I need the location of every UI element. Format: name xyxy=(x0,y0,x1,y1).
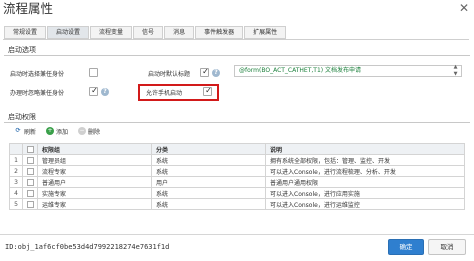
default-title-label: 启动时默认标题 xyxy=(148,71,191,78)
column-header-index xyxy=(9,143,23,155)
footer-divider xyxy=(0,234,474,235)
tab-start-settings[interactable]: 启动设置 xyxy=(47,26,90,39)
mobile-start-label: 允许手机启动 xyxy=(146,90,183,97)
default-title-checkbox[interactable]: ✓ xyxy=(200,67,209,77)
formula-scroll-arrows-icon[interactable]: ▲ ▼ xyxy=(452,64,459,78)
category-cell: 系统 xyxy=(151,187,266,199)
row-checkbox[interactable] xyxy=(26,178,34,186)
row-checkbox[interactable] xyxy=(26,200,34,208)
column-header-select[interactable] xyxy=(22,143,38,155)
dialog-title: 流程属性 xyxy=(3,1,54,16)
dialog-title-bar: 流程属性 ✕ xyxy=(0,0,474,22)
group-cell: 管理员组 xyxy=(37,154,152,166)
table-row[interactable]: 1 管理员组 系统 拥有系统全部权限，包括：管理、监控、开发 xyxy=(9,154,465,166)
refresh-icon: ⟳ xyxy=(15,127,21,134)
row-checkbox[interactable] xyxy=(26,167,34,175)
table-header-row: 权限组 分类 说明 xyxy=(9,143,465,155)
refresh-label: 刷新 xyxy=(24,128,37,136)
column-header-category[interactable]: 分类 xyxy=(151,143,266,155)
add-label: 添加 xyxy=(56,128,69,136)
row-checkbox-cell[interactable] xyxy=(22,198,38,210)
group-cell: 普通用户 xyxy=(37,176,152,188)
description-cell: 可以进入Console，进行应用实施 xyxy=(265,187,465,199)
column-header-description[interactable]: 说明 xyxy=(265,143,465,155)
row-checkbox[interactable] xyxy=(26,189,34,197)
delete-label: 删除 xyxy=(88,128,101,136)
default-title-formula-field[interactable]: @form(BO_ACT_CATHET,T1) 文档发布申请 xyxy=(234,65,462,77)
cancel-button[interactable]: 取消 xyxy=(428,239,466,255)
tab-signals[interactable]: 信号 xyxy=(133,26,164,39)
row-checkbox-cell[interactable] xyxy=(22,154,38,166)
checkmark-icon: ✓ xyxy=(91,86,98,95)
category-cell: 系统 xyxy=(151,198,266,210)
tab-event-triggers[interactable]: 事件触发器 xyxy=(195,26,244,39)
category-cell: 系统 xyxy=(151,165,266,177)
table-row[interactable]: 3 普通用户 用户 普通用户通用权限 xyxy=(9,176,465,188)
table-row[interactable]: 2 流程专家 系统 可以进入Console，进行流程梳理、分析、开发 xyxy=(9,165,465,177)
mobile-start-checkbox[interactable]: ✓ xyxy=(203,86,212,96)
row-number: 4 xyxy=(9,187,23,199)
category-cell: 系统 xyxy=(151,154,266,166)
object-id: ID:obj_1af6cf0be53d4d7992218274e7631f1d xyxy=(5,243,170,251)
start-permissions-header: 启动权限 xyxy=(4,111,470,123)
help-icon[interactable]: ? xyxy=(101,88,109,96)
tab-general[interactable]: 常规设置 xyxy=(4,26,47,39)
permissions-table: 权限组 分类 说明 1 管理员组 系统 拥有系统全部权限，包括：管理、监控、开发… xyxy=(9,143,465,210)
row-number: 5 xyxy=(9,198,23,210)
table-row[interactable]: 5 运维专家 系统 可以进入Console，进行运维监控 xyxy=(9,198,465,210)
tab-extended-properties[interactable]: 扩展属性 xyxy=(244,26,287,39)
row-checkbox-cell[interactable] xyxy=(22,187,38,199)
group-cell: 实施专家 xyxy=(37,187,152,199)
delete-icon: − xyxy=(78,127,87,135)
tab-divider xyxy=(3,39,469,40)
add-button[interactable]: + 添加 xyxy=(46,127,68,136)
tab-messages[interactable]: 消息 xyxy=(164,26,195,39)
description-cell: 普通用户通用权限 xyxy=(265,176,465,188)
row-number: 3 xyxy=(9,176,23,188)
close-icon[interactable]: ✕ xyxy=(459,1,469,15)
start-options-header: 启动选项 xyxy=(4,44,470,56)
add-icon: + xyxy=(46,127,55,135)
row-checkbox-cell[interactable] xyxy=(22,176,38,188)
checkmark-icon: ✓ xyxy=(202,67,209,76)
category-cell: 用户 xyxy=(151,176,266,188)
refresh-button[interactable]: ⟳ 刷新 xyxy=(14,127,36,136)
help-icon[interactable]: ? xyxy=(212,69,220,77)
group-cell: 流程专家 xyxy=(37,165,152,177)
tab-process-variables[interactable]: 流程变量 xyxy=(90,26,133,39)
permissions-toolbar: ⟳ 刷新 + 添加 − 删除 xyxy=(14,126,110,136)
row-checkbox[interactable] xyxy=(26,156,34,164)
auto-identity-label: 办理时忽略兼任身份 xyxy=(10,90,65,97)
select-identity-checkbox[interactable] xyxy=(89,68,98,77)
group-cell: 运维专家 xyxy=(37,198,152,210)
description-cell: 可以进入Console，进行流程梳理、分析、开发 xyxy=(265,165,465,177)
row-number: 1 xyxy=(9,154,23,166)
column-header-group[interactable]: 权限组 xyxy=(37,143,152,155)
tab-bar: 常规设置 启动设置 流程变量 信号 消息 事件触发器 扩展属性 xyxy=(4,26,287,39)
table-row[interactable]: 4 实施专家 系统 可以进入Console，进行应用实施 xyxy=(9,187,465,199)
select-identity-label: 启动时选择兼任身份 xyxy=(10,71,65,78)
auto-identity-checkbox[interactable]: ✓ xyxy=(89,86,98,96)
row-number: 2 xyxy=(9,165,23,177)
select-all-checkbox[interactable] xyxy=(27,145,34,153)
checkmark-icon: ✓ xyxy=(205,86,212,95)
description-cell: 可以进入Console，进行运维监控 xyxy=(265,198,465,210)
ok-button[interactable]: 确定 xyxy=(388,239,424,255)
delete-button[interactable]: − 删除 xyxy=(78,127,100,136)
row-checkbox-cell[interactable] xyxy=(22,165,38,177)
description-cell: 拥有系统全部权限，包括：管理、监控、开发 xyxy=(265,154,465,166)
